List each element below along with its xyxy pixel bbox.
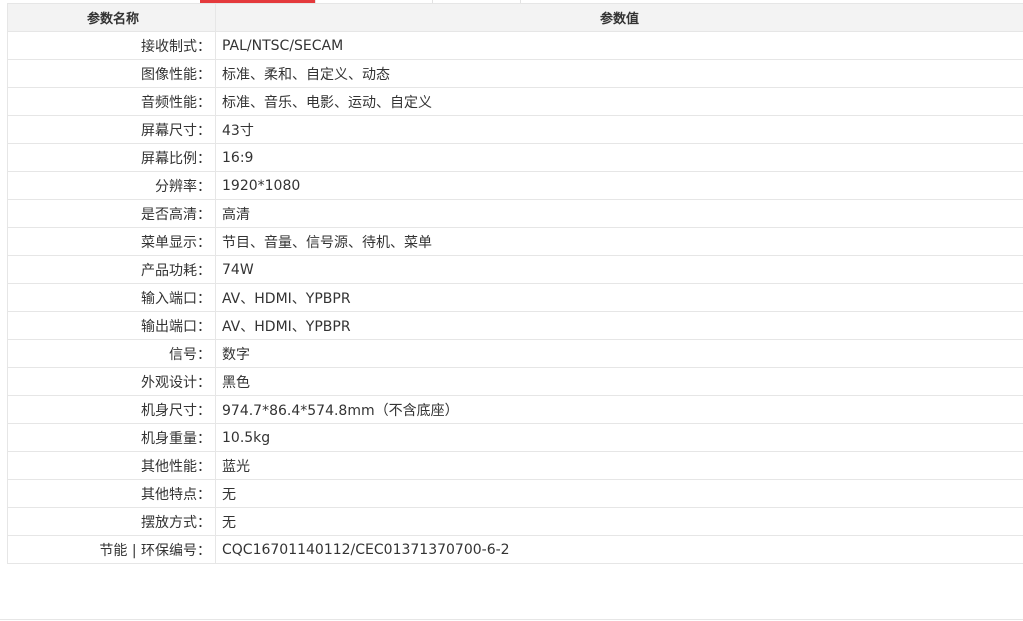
param-value: 蓝光 xyxy=(215,451,1023,480)
param-value: 974.7*86.4*574.8mm（不含底座） xyxy=(215,395,1023,424)
param-name: 机身重量： xyxy=(7,423,216,452)
param-name: 音频性能： xyxy=(7,87,216,116)
table-row: 其他特点：无 xyxy=(7,479,1023,508)
table-row: 机身尺寸： 974.7*86.4*574.8mm（不含底座） xyxy=(7,395,1023,424)
param-name: 摆放方式： xyxy=(7,507,216,536)
param-value: 标准、音乐、电影、运动、自定义 xyxy=(215,87,1023,116)
params-table-body: 接收制式： PAL/NTSC/SECAM 图像性能： 标准、柔和、自定义、动态 音频性能… xyxy=(7,31,1023,564)
param-value: 43寸 xyxy=(215,115,1023,144)
param-name: 其他性能： xyxy=(7,451,216,480)
param-value: 无 xyxy=(215,479,1023,508)
param-name: 是否高清： xyxy=(7,199,216,228)
param-name: 其他特点： xyxy=(7,479,216,508)
param-name: 输入端口： xyxy=(7,283,216,312)
table-row: 信号： 数字 xyxy=(7,339,1023,368)
param-value: CQC16701140112/CEC01371370700-6-2 xyxy=(215,535,1023,564)
table-row: 输出端口： AV、HDMI、YPBPR xyxy=(7,311,1023,340)
product-params-table: 参数名称 参数值 接收制式： PAL/NTSC/SECAM 图像性能： 标准、柔和、自… xyxy=(7,3,1023,564)
param-value: 高清 xyxy=(215,199,1023,228)
table-row: 音频性能： 标准、音乐、电影、运动、自定义 xyxy=(7,87,1023,116)
param-name: 信号： xyxy=(7,339,216,368)
table-row: 菜单显示： 节目、音量、信号源、待机、菜单 xyxy=(7,227,1023,256)
table-row: 其他性能： 蓝光 xyxy=(7,451,1023,480)
table-row: 接收制式： PAL/NTSC/SECAM xyxy=(7,31,1023,60)
table-row: 图像性能： 标准、柔和、自定义、动态 xyxy=(7,59,1023,88)
param-name: 机身尺寸： xyxy=(7,395,216,424)
param-value: 1920*1080 xyxy=(215,171,1023,200)
params-table-header: 参数名称 参数值 xyxy=(7,3,1023,32)
param-name: 屏幕比例： xyxy=(7,143,216,172)
header-row: 参数名称 参数值 xyxy=(7,3,1023,32)
param-value: AV、HDMI、YPBPR xyxy=(215,311,1023,340)
param-value: AV、HDMI、YPBPR xyxy=(215,283,1023,312)
table-row: 外观设计： 黑色 xyxy=(7,367,1023,396)
table-row: 机身重量： 10.5kg xyxy=(7,423,1023,452)
table-row: 产品功耗： 74W xyxy=(7,255,1023,284)
table-row: 分辨率： 1920*1080 xyxy=(7,171,1023,200)
param-name: 分辨率： xyxy=(7,171,216,200)
param-name: 图像性能： xyxy=(7,59,216,88)
param-name: 产品功耗： xyxy=(7,255,216,284)
param-value: 74W xyxy=(215,255,1023,284)
table-row: 是否高清： 高清 xyxy=(7,199,1023,228)
param-name-column-header: 参数名称 xyxy=(7,3,216,32)
param-value: 标准、柔和、自定义、动态 xyxy=(215,59,1023,88)
param-value: PAL/NTSC/SECAM xyxy=(215,31,1023,60)
param-value: 10.5kg xyxy=(215,423,1023,452)
param-name: 接收制式： xyxy=(7,31,216,60)
param-name: 屏幕尺寸： xyxy=(7,115,216,144)
param-value: 数字 xyxy=(215,339,1023,368)
param-value: 节目、音量、信号源、待机、菜单 xyxy=(215,227,1023,256)
table-row: 摆放方式：无 xyxy=(7,507,1023,536)
bottom-divider xyxy=(0,619,1023,620)
table-row: 节能 | 环保编号： CQC16701140112/CEC01371370700-… xyxy=(7,535,1023,564)
param-value: 无 xyxy=(215,507,1023,536)
param-value-column-header: 参数值 xyxy=(215,3,1023,32)
param-name: 菜单显示： xyxy=(7,227,216,256)
table-row: 输入端口： AV、HDMI、YPBPR xyxy=(7,283,1023,312)
param-name: 节能 | 环保编号： xyxy=(7,535,216,564)
param-value: 16:9 xyxy=(215,143,1023,172)
table-row: 屏幕尺寸： 43寸 xyxy=(7,115,1023,144)
param-value: 黑色 xyxy=(215,367,1023,396)
table-row: 屏幕比例： 16:9 xyxy=(7,143,1023,172)
param-name: 外观设计： xyxy=(7,367,216,396)
param-name: 输出端口： xyxy=(7,311,216,340)
